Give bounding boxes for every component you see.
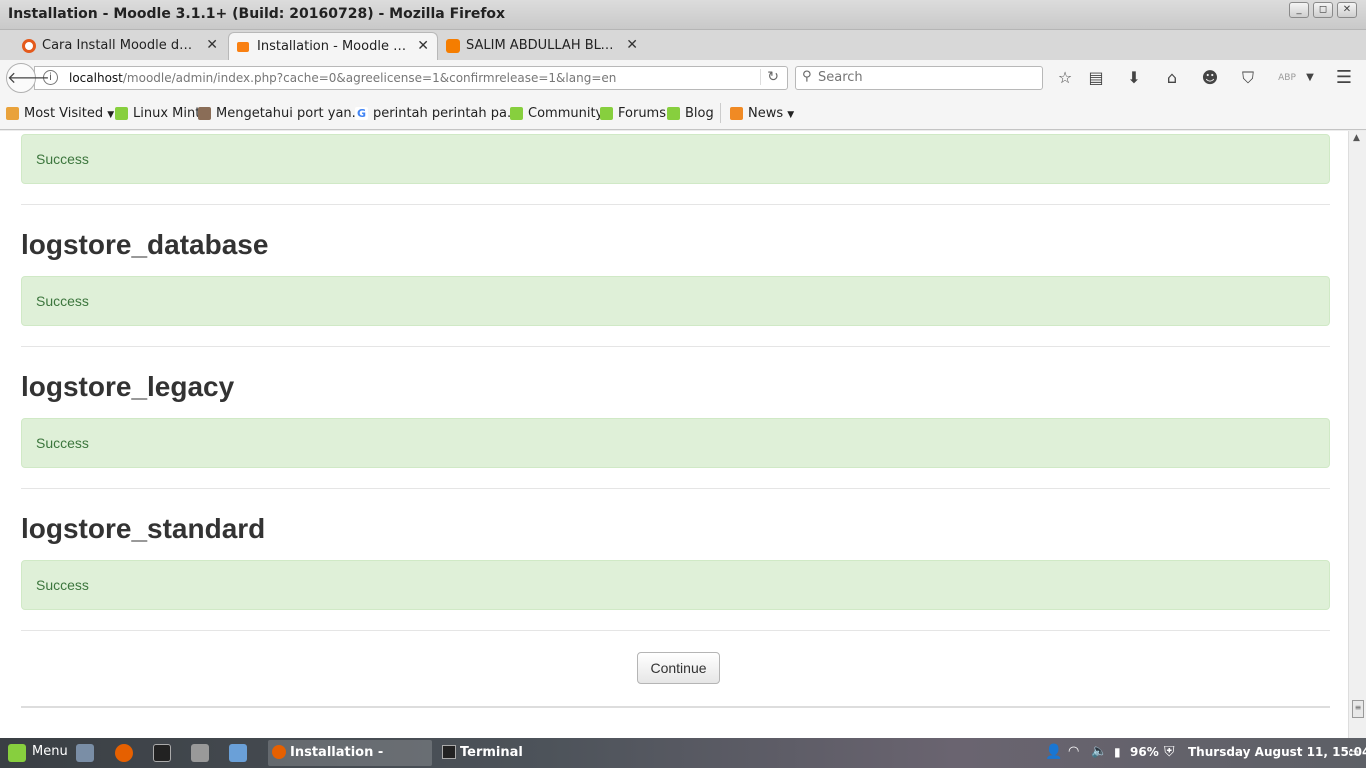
success-alert: Success xyxy=(21,134,1330,184)
shield-icon[interactable]: ⛨ xyxy=(1164,738,1175,768)
taskbar: Menu Installation - Moodl... Terminal 👤 … xyxy=(0,738,1366,768)
tab-strip: Cara Install Moodle di Lin... ✕ Installa… xyxy=(0,30,1366,86)
divider xyxy=(21,488,1330,489)
mint-icon xyxy=(600,107,613,120)
terminal-icon[interactable] xyxy=(153,744,171,762)
chat-icon[interactable]: ☻ xyxy=(1199,68,1221,88)
close-window-icon[interactable]: ✕ xyxy=(1337,2,1357,18)
camera-icon[interactable] xyxy=(191,744,209,762)
close-tab-icon[interactable]: ✕ xyxy=(417,33,429,60)
plugin-heading: logstore_standard xyxy=(21,513,266,544)
divider xyxy=(21,204,1330,205)
bookmark-blog[interactable]: Blog xyxy=(667,106,714,121)
bookmark-separator xyxy=(720,103,721,123)
scroll-thumb[interactable]: ≡ xyxy=(1352,700,1364,718)
chevron-down-icon: ▼ xyxy=(787,110,795,120)
continue-button[interactable]: Continue xyxy=(637,652,720,684)
home-icon[interactable]: ⌂ xyxy=(1161,68,1183,88)
page-content: Success logstore_database Success logsto… xyxy=(0,131,1348,738)
show-desktop-icon[interactable] xyxy=(76,744,94,762)
tab-cara-install[interactable]: Cara Install Moodle di Lin... ✕ xyxy=(14,32,226,60)
tab-label: Cara Install Moodle di Lin... xyxy=(42,38,194,53)
url-text[interactable]: localhost/moodle/admin/index.php?cache=0… xyxy=(69,71,616,85)
wifi-icon[interactable]: ◠ xyxy=(1068,738,1079,768)
tab-salim-blog[interactable]: SALIM ABDULLAH BLOG:... ✕ xyxy=(438,32,646,60)
url-bar[interactable]: i localhost/moodle/admin/index.php?cache… xyxy=(34,66,788,90)
user-icon[interactable]: 👤 xyxy=(1045,738,1062,768)
success-alert: Success xyxy=(21,418,1330,468)
search-input[interactable] xyxy=(818,70,1028,85)
bookmark-community[interactable]: Community xyxy=(510,106,603,121)
scroll-up-icon[interactable]: ▲ xyxy=(1353,133,1360,143)
window-title: Installation - Moodle 3.1.1+ (Build: 201… xyxy=(8,6,506,22)
plugin-heading: logstore_legacy xyxy=(21,371,235,402)
moodle-icon xyxy=(237,42,249,52)
clock[interactable]: Thursday August 11, 15:04 xyxy=(1188,738,1366,768)
most-visited-icon xyxy=(6,107,19,120)
close-tab-icon[interactable]: ✕ xyxy=(626,32,638,59)
divider xyxy=(21,630,1330,631)
terminal-icon xyxy=(442,745,456,759)
notifications-icon[interactable]: ▭ xyxy=(1348,738,1359,768)
close-tab-icon[interactable]: ✕ xyxy=(206,32,218,59)
divider xyxy=(21,346,1330,347)
bookmark-perintah[interactable]: G perintah perintah pa... xyxy=(355,106,519,121)
window-titlebar: Installation - Moodle 3.1.1+ (Build: 201… xyxy=(0,0,1366,30)
bookmarks-toolbar: Most Visited ▼ Linux Mint Mengetahui por… xyxy=(0,96,1366,130)
mint-icon xyxy=(510,107,523,120)
start-menu-button[interactable]: Menu xyxy=(32,738,68,768)
bookmark-mengetahui[interactable]: Mengetahui port yan... xyxy=(198,106,364,121)
search-icon: ⚲ xyxy=(802,69,812,84)
bookmark-forums[interactable]: Forums xyxy=(600,106,666,121)
page-scrollbar[interactable]: ▲ ≡ xyxy=(1348,131,1366,738)
taskbar-window-terminal[interactable]: Terminal xyxy=(438,740,588,766)
google-icon: G xyxy=(355,107,368,120)
taskbar-window-firefox[interactable]: Installation - Moodl... xyxy=(268,740,432,766)
firefox-icon[interactable] xyxy=(115,744,133,762)
bookmark-most-visited[interactable]: Most Visited ▼ xyxy=(6,106,114,121)
hamburger-menu-icon[interactable]: ☰ xyxy=(1333,68,1355,88)
success-alert: Success xyxy=(21,560,1330,610)
tab-label: SALIM ABDULLAH BLOG:... xyxy=(466,38,618,53)
bookmark-star-icon[interactable]: ☆ xyxy=(1054,68,1076,88)
battery-icon[interactable]: ▮ xyxy=(1114,738,1121,768)
mint-menu-icon[interactable] xyxy=(8,744,26,762)
rss-icon xyxy=(730,107,743,120)
downloads-icon[interactable]: ⬇ xyxy=(1123,68,1145,88)
chevron-down-icon[interactable]: ▼ xyxy=(1299,68,1321,88)
navigation-toolbar: i localhost/moodle/admin/index.php?cache… xyxy=(0,60,1366,96)
divider xyxy=(21,706,1330,708)
adblock-icon[interactable]: ABP xyxy=(1276,68,1298,88)
pocket-icon[interactable]: ⛉ xyxy=(1237,68,1259,88)
back-button[interactable]: 🡐 xyxy=(6,63,50,93)
mint-icon xyxy=(115,107,128,120)
success-alert: Success xyxy=(21,276,1330,326)
firefox-icon xyxy=(272,745,286,759)
blogger-icon xyxy=(446,39,460,53)
avatar-icon xyxy=(198,107,211,120)
reload-icon[interactable]: ↻ xyxy=(760,69,779,85)
tab-label: Installation - Moodle 3.1.... xyxy=(257,39,409,54)
bookmark-linux-mint[interactable]: Linux Mint xyxy=(115,106,200,121)
folder-icon[interactable] xyxy=(229,744,247,762)
bookmark-news[interactable]: News ▼ xyxy=(730,106,794,121)
battery-percent: 96% xyxy=(1130,745,1159,759)
search-box[interactable]: ⚲ xyxy=(795,66,1043,90)
minimize-icon[interactable]: _ xyxy=(1289,2,1309,18)
mint-icon xyxy=(667,107,680,120)
volume-icon[interactable]: 🔈 xyxy=(1091,738,1107,768)
tab-installation[interactable]: Installation - Moodle 3.1.... ✕ xyxy=(228,32,438,60)
chevron-down-icon: ▼ xyxy=(107,110,115,120)
plugin-heading: logstore_database xyxy=(21,229,269,260)
maximize-icon[interactable]: ◻ xyxy=(1313,2,1333,18)
reading-list-icon[interactable]: ▤ xyxy=(1085,68,1107,88)
opera-ring-icon xyxy=(22,39,36,53)
